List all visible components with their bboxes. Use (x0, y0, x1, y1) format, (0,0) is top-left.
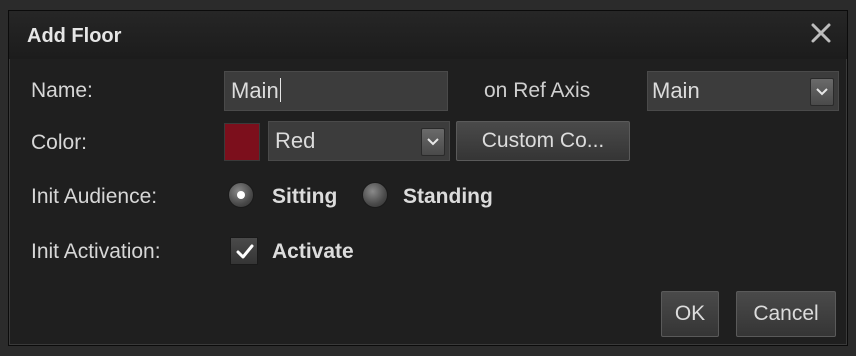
sitting-label[interactable]: Sitting (272, 185, 337, 209)
ref-axis-value: Main (652, 78, 700, 103)
close-icon (811, 23, 831, 43)
checkmark-icon (236, 244, 254, 259)
standing-label[interactable]: Standing (403, 185, 493, 209)
ref-axis-select[interactable]: Main (647, 71, 839, 111)
chevron-down-icon (816, 88, 828, 96)
standing-radio[interactable] (362, 182, 388, 208)
sitting-radio[interactable] (228, 182, 254, 208)
color-label: Color: (31, 131, 88, 154)
add-floor-dialog: Add Floor Name: Main on Ref Axis Main Co… (8, 10, 848, 346)
color-dropdown-button[interactable] (421, 128, 445, 156)
chevron-down-icon (427, 138, 439, 146)
color-select[interactable]: Red (268, 121, 450, 161)
name-input-value: Main (231, 78, 279, 103)
activate-checkbox[interactable] (230, 237, 258, 265)
dialog-titlebar: Add Floor (9, 11, 847, 59)
name-input[interactable]: Main (224, 71, 448, 111)
name-label: Name: (31, 79, 93, 102)
init-activation-label: Init Activation: (31, 240, 161, 263)
custom-color-button[interactable]: Custom Co... (456, 121, 630, 161)
dialog-title: Add Floor (27, 25, 122, 47)
activate-label[interactable]: Activate (272, 240, 354, 264)
cancel-button[interactable]: Cancel (736, 291, 836, 337)
close-button[interactable] (807, 19, 835, 47)
ok-button[interactable]: OK (661, 291, 719, 337)
text-caret (279, 78, 281, 102)
color-swatch[interactable] (224, 123, 260, 161)
ref-axis-dropdown-button[interactable] (810, 78, 834, 106)
ref-axis-label: on Ref Axis (484, 79, 591, 102)
radio-selected-dot (237, 191, 245, 199)
color-select-value: Red (275, 128, 316, 153)
init-audience-label: Init Audience: (31, 185, 158, 208)
